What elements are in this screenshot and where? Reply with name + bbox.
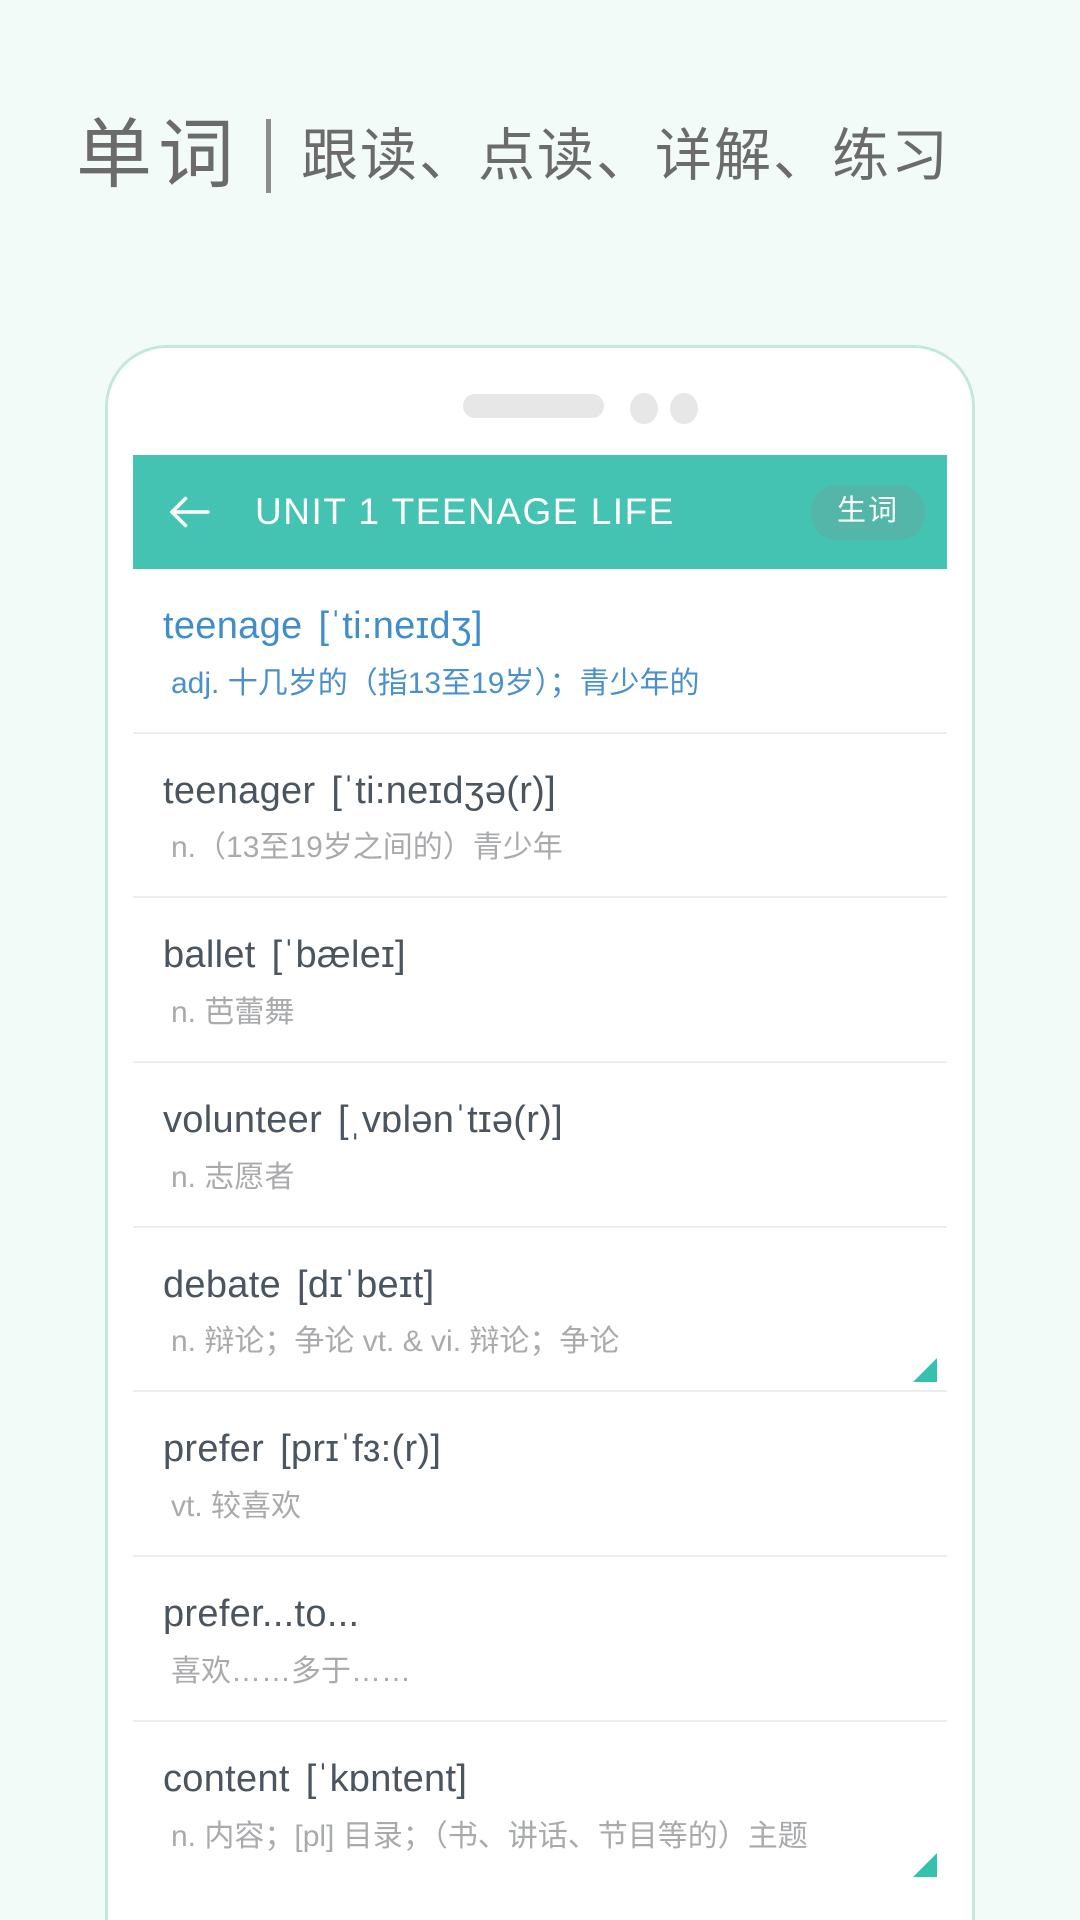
word-term: ballet <box>163 934 256 977</box>
word-definition: n. 芭蕾舞 <box>171 996 295 1030</box>
word-headword-line: ballet [ˈbæleɪ] <box>163 934 935 978</box>
word-list-item[interactable]: teenager [ˈti:neɪdʒə(r)] n.（13至19岁之间的）青少年 <box>133 734 947 899</box>
word-definition: adj. 十几岁的（指13至19岁）；青少年的 <box>171 666 700 700</box>
word-definition: 喜欢……多于…… <box>171 1654 411 1688</box>
word-definition: n. 志愿者 <box>171 1160 295 1194</box>
sensor-dot-icon <box>630 393 658 424</box>
word-list-item[interactable]: debate [dɪˈbeɪt] n. 辩论；争论 vt. & vi. 辩论；争论 <box>133 1228 947 1393</box>
word-list-item[interactable]: ballet [ˈbæleɪ] n. 芭蕾舞 <box>133 898 947 1064</box>
phone-mockup: UNIT 1 TEENAGE LIFE 生词 teenage [ˈti:neɪdʒ… <box>105 345 975 1920</box>
word-definition: n.（13至19岁之间的）青少年 <box>171 831 563 865</box>
word-term: prefer <box>163 1428 265 1471</box>
word-list-item[interactable]: volunteer [ˌvɒlənˈtɪə(r)] n. 志愿者 <box>133 1063 947 1228</box>
word-phonetic: [ˈti:neɪdʒə(r)] <box>331 769 556 812</box>
word-list[interactable]: teenage [ˈti:neɪdʒ] adj. 十几岁的（指13至19岁）；青少… <box>108 569 972 1885</box>
word-term: volunteer <box>163 1099 323 1142</box>
camera-dot-icon <box>670 393 698 424</box>
word-phonetic: [ˌvɒlənˈtɪə(r)] <box>338 1099 563 1142</box>
new-word-flag-icon <box>913 1358 937 1383</box>
word-headword-line: prefer [prɪˈfɜ:(r)] <box>163 1428 935 1472</box>
phone-top-bezel <box>108 348 972 455</box>
word-definition: n. 内容；[pl] 目录；（书、讲话、节目等的）主题 <box>171 1819 808 1853</box>
word-headword-line: volunteer [ˌvɒlənˈtɪə(r)] <box>163 1099 935 1143</box>
word-term: debate <box>163 1263 282 1306</box>
speaker-grill-icon <box>463 394 604 418</box>
new-word-flag-icon <box>913 1852 937 1877</box>
word-term: content <box>163 1757 290 1800</box>
word-list-item[interactable]: content [ˈkɒntent] n. 内容；[pl] 目录；（书、讲话、节目… <box>133 1722 947 1885</box>
word-phonetic: [ˈbæleɪ] <box>271 934 406 977</box>
page-title-subtitle: 跟读、点读、详解、练习 <box>301 123 950 188</box>
word-headword-line: teenage [ˈti:neɪdʒ] <box>163 605 935 649</box>
word-phonetic: [ˈti:neɪdʒ] <box>318 605 483 647</box>
page-title-main: 单词 <box>76 113 240 198</box>
word-definition: n. 辩论；争论 vt. & vi. 辩论；争论 <box>171 1325 620 1359</box>
word-phonetic: [ˈkɒntent] <box>305 1757 468 1800</box>
new-words-button[interactable]: 生词 <box>810 484 925 540</box>
word-list-item[interactable]: teenage [ˈti:neɪdʒ] adj. 十几岁的（指13至19岁）；青少… <box>133 569 947 734</box>
page-title: 单词 跟读、点读、详解、练习 <box>76 118 950 194</box>
word-list-item[interactable]: prefer [prɪˈfɜ:(r)] vt. 较喜欢 <box>133 1392 947 1558</box>
word-headword-line: debate [dɪˈbeɪt] <box>163 1264 935 1308</box>
word-term: prefer...to... <box>163 1593 360 1636</box>
word-term: teenager <box>163 769 316 812</box>
word-list-item[interactable]: prefer...to... 喜欢……多于…… <box>133 1557 947 1722</box>
app-bar: UNIT 1 TEENAGE LIFE 生词 <box>133 455 947 569</box>
word-headword-line: prefer...to... <box>163 1593 935 1637</box>
app-bar-title: UNIT 1 TEENAGE LIFE <box>255 491 675 532</box>
word-phonetic: [dɪˈbeɪt] <box>297 1263 435 1306</box>
word-phonetic: [prɪˈfɜ:(r)] <box>280 1428 442 1471</box>
word-headword-line: teenager [ˈti:neɪdʒə(r)] <box>163 770 935 814</box>
word-headword-line: content [ˈkɒntent] <box>163 1758 935 1802</box>
arrow-left-icon[interactable] <box>163 485 217 539</box>
title-divider <box>266 119 271 193</box>
word-definition: vt. 较喜欢 <box>171 1490 302 1524</box>
word-term: teenage <box>163 605 303 647</box>
